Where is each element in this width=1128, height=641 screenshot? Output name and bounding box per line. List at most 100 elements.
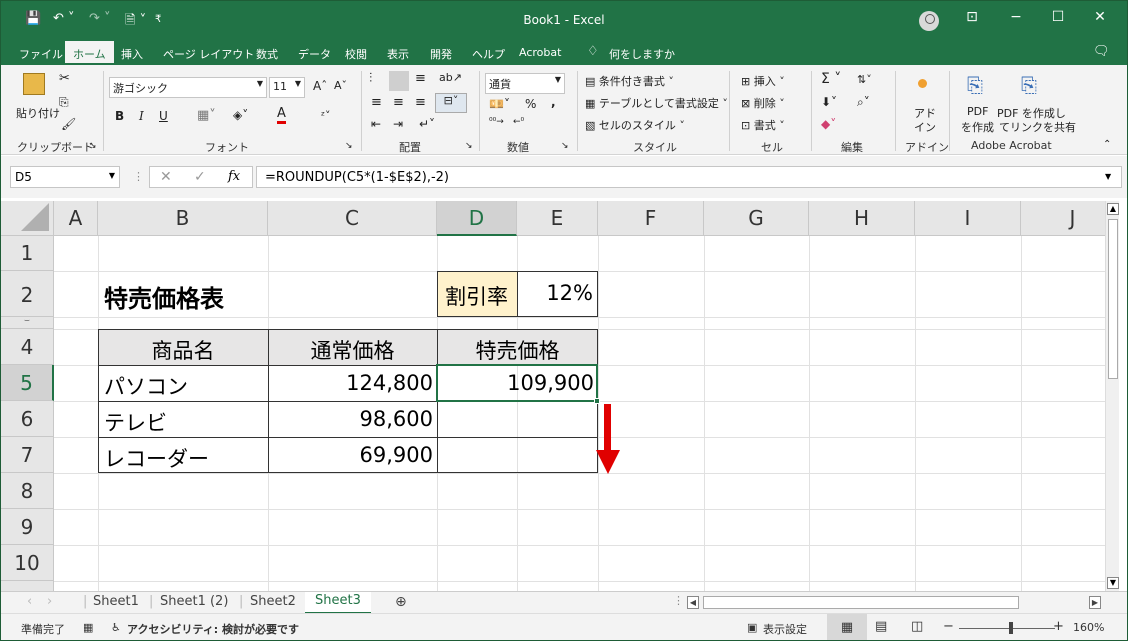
sort-filter-icon[interactable]: ⇅˅ bbox=[857, 73, 872, 86]
fill-icon[interactable]: ⬇˅ bbox=[821, 95, 837, 109]
number-format-select[interactable]: 通貨 ▼ bbox=[485, 73, 565, 94]
prev-sheet-icon[interactable]: ‹ bbox=[27, 594, 32, 609]
expand-formula-icon[interactable]: ▼ bbox=[1105, 172, 1111, 181]
zoom-level[interactable]: 160% bbox=[1073, 621, 1104, 634]
decrease-decimal-icon[interactable]: ←⁰ bbox=[513, 117, 524, 127]
scroll-left-icon[interactable]: ◀ bbox=[687, 596, 699, 609]
zoom-out-button[interactable]: − bbox=[943, 619, 954, 634]
find-select-icon[interactable]: ⌕˅ bbox=[857, 95, 870, 110]
sheet-tab-1[interactable]: Sheet1 bbox=[93, 594, 139, 609]
row-header-1[interactable]: 1 bbox=[1, 236, 54, 271]
merge-center-icon[interactable]: ⊟˅ bbox=[435, 93, 467, 113]
worksheet-grid[interactable]: A B C D E F G H I J 1 2 ⌣ 4 5 6 7 8 9 10 bbox=[1, 201, 1105, 591]
percent-style-button[interactable]: % bbox=[525, 97, 536, 111]
copy-icon[interactable]: ⎘ bbox=[59, 95, 69, 110]
grow-font-icon[interactable]: Aˆ bbox=[313, 79, 327, 93]
chevron-down-icon[interactable]: ▼ bbox=[109, 171, 115, 180]
insert-function-icon[interactable]: fx bbox=[228, 169, 240, 184]
row-header-7[interactable]: 7 bbox=[1, 437, 54, 473]
decrease-indent-icon[interactable]: ⇤ bbox=[371, 117, 381, 131]
column-header-a[interactable]: A bbox=[54, 201, 98, 236]
next-sheet-icon[interactable]: › bbox=[47, 594, 52, 609]
page-break-view-icon[interactable]: ◫ bbox=[911, 619, 923, 634]
display-settings-icon[interactable]: ▣ bbox=[747, 621, 757, 634]
zoom-slider-track[interactable] bbox=[959, 628, 1055, 629]
create-pdf-label-2[interactable]: を作成 bbox=[961, 119, 994, 135]
scroll-down-icon[interactable]: ▼ bbox=[1107, 577, 1119, 589]
font-size-select[interactable]: 11 ▼ bbox=[269, 77, 305, 98]
accessibility-icon[interactable]: ♿ bbox=[111, 621, 121, 634]
accounting-format-icon[interactable]: 💴˅ bbox=[489, 97, 510, 111]
add-ins-label-2[interactable]: イン bbox=[914, 119, 936, 135]
phonetic-icon[interactable]: ᶻ˅ bbox=[321, 109, 331, 122]
shrink-font-icon[interactable]: Aˇ bbox=[334, 79, 347, 92]
format-painter-icon[interactable]: 🖌 bbox=[61, 117, 76, 131]
column-header-d[interactable]: D bbox=[437, 201, 517, 236]
row-header-9[interactable]: 9 bbox=[1, 509, 54, 545]
row-header-4[interactable]: 4 bbox=[1, 329, 54, 365]
tab-formulas[interactable]: 数式 bbox=[256, 46, 278, 62]
paste-icon[interactable] bbox=[23, 73, 45, 95]
fill-color-icon[interactable]: ◈˅ bbox=[233, 108, 248, 122]
create-pdf-label-1[interactable]: PDF bbox=[967, 105, 988, 118]
tab-data[interactable]: データ bbox=[298, 46, 331, 62]
font-color-icon[interactable]: A bbox=[277, 107, 286, 124]
column-header-f[interactable]: F bbox=[598, 201, 704, 236]
cell-styles-button[interactable]: ▧ セルのスタイル ˅ bbox=[585, 117, 685, 133]
tab-help[interactable]: ヘルプ bbox=[472, 46, 505, 62]
normal-view-icon[interactable]: ▦ bbox=[827, 614, 867, 640]
formula-input[interactable]: =ROUNDUP(C5*(1-$E$2),-2) bbox=[256, 166, 1122, 188]
horizontal-scroll-thumb[interactable] bbox=[703, 596, 1019, 609]
dialog-launcher-icon[interactable]: ↘ bbox=[89, 141, 97, 151]
select-all-corner[interactable] bbox=[1, 201, 54, 236]
tab-insert[interactable]: 挿入 bbox=[121, 46, 143, 62]
ribbon-display-icon[interactable]: ⊡ bbox=[957, 9, 987, 25]
display-settings-button[interactable]: 表示設定 bbox=[763, 621, 807, 637]
align-top-icon[interactable]: ⫶ bbox=[369, 71, 372, 86]
scroll-right-icon[interactable]: ▶ bbox=[1089, 596, 1101, 609]
comments-icon[interactable]: 🗨 bbox=[1093, 44, 1110, 59]
maximize-button[interactable]: ☐ bbox=[1043, 9, 1073, 25]
align-center-icon[interactable]: ≡ bbox=[393, 95, 404, 110]
row-header-5[interactable]: 5 bbox=[1, 365, 54, 401]
underline-button[interactable]: U bbox=[159, 109, 168, 123]
row-header-6[interactable]: 6 bbox=[1, 401, 54, 437]
zoom-slider-thumb[interactable] bbox=[1009, 622, 1013, 634]
tab-review[interactable]: 校閲 bbox=[345, 46, 367, 62]
align-right-icon[interactable]: ≡ bbox=[415, 95, 426, 110]
column-header-j[interactable]: J bbox=[1021, 201, 1105, 236]
pdf-link-icon[interactable]: ⎘ bbox=[1021, 73, 1037, 97]
enter-icon[interactable]: ✓ bbox=[194, 169, 206, 185]
italic-button[interactable]: I bbox=[139, 109, 144, 123]
dialog-launcher-icon[interactable]: ↘ bbox=[561, 141, 569, 151]
cut-icon[interactable]: ✂ bbox=[59, 71, 70, 86]
cancel-icon[interactable]: ✕ bbox=[160, 169, 172, 185]
align-left-icon[interactable]: ≡ bbox=[371, 95, 382, 110]
wrap-text-icon[interactable]: ↵˅ bbox=[419, 117, 435, 131]
conditional-formatting-button[interactable]: ▤ 条件付き書式 ˅ bbox=[585, 73, 674, 89]
row-header-10[interactable]: 10 bbox=[1, 545, 54, 581]
tell-me-search[interactable]: 何をしますか bbox=[609, 46, 675, 62]
sheet-tab-3[interactable]: Sheet2 bbox=[250, 594, 296, 609]
zoom-in-button[interactable]: + bbox=[1053, 619, 1064, 634]
clear-icon[interactable]: ◆˅ bbox=[821, 117, 836, 131]
tab-file[interactable]: ファイル bbox=[19, 46, 63, 62]
account-avatar[interactable] bbox=[919, 11, 939, 31]
column-header-g[interactable]: G bbox=[704, 201, 809, 236]
dialog-launcher-icon[interactable]: ↘ bbox=[345, 141, 353, 151]
tab-page-layout[interactable]: ページ レイアウト bbox=[163, 46, 254, 62]
row-header-3-hidden[interactable]: ⌣ bbox=[1, 317, 54, 329]
align-middle-icon[interactable] bbox=[389, 71, 409, 91]
comma-style-button[interactable]: , bbox=[551, 95, 556, 109]
scroll-thumb[interactable] bbox=[1108, 219, 1118, 379]
tab-developer[interactable]: 開発 bbox=[430, 46, 452, 62]
increase-indent-icon[interactable]: ⇥ bbox=[393, 117, 403, 131]
bold-button[interactable]: B bbox=[115, 109, 124, 123]
row-header-8[interactable]: 8 bbox=[1, 473, 54, 509]
column-header-c[interactable]: C bbox=[268, 201, 437, 236]
font-name-select[interactable]: 游ゴシック ▼ bbox=[109, 77, 267, 98]
paste-button[interactable]: 貼り付け bbox=[16, 105, 60, 121]
macro-record-icon[interactable]: ▦ bbox=[83, 621, 93, 634]
page-layout-view-icon[interactable]: ▤ bbox=[875, 619, 887, 634]
pdf-icon[interactable]: ⎘ bbox=[967, 73, 983, 97]
